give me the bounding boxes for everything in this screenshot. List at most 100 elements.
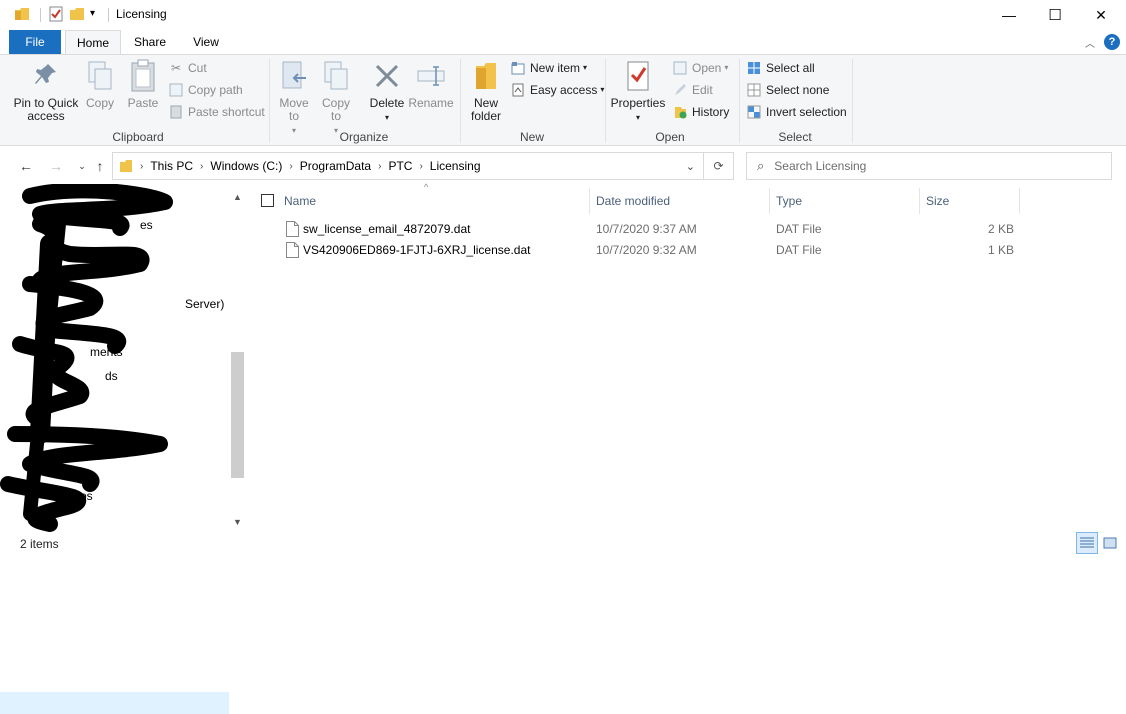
nav-item-fragment[interactable]: Server) bbox=[185, 297, 224, 311]
scroll-up-icon[interactable]: ▲ bbox=[229, 190, 246, 204]
paste-icon bbox=[127, 59, 159, 93]
history-label: History bbox=[692, 105, 730, 119]
nav-item-fragment[interactable]: os bbox=[80, 489, 93, 503]
open-button[interactable]: Open ▾ bbox=[672, 59, 728, 77]
rename-icon bbox=[415, 59, 447, 93]
new-folder-button[interactable]: New folder bbox=[466, 59, 506, 123]
address-row: ← → ⌄ ↑ › This PC › Windows (C:) › Progr… bbox=[0, 148, 1126, 184]
back-arrow-icon[interactable]: ← bbox=[16, 156, 36, 176]
minimize-button[interactable]: — bbox=[986, 0, 1032, 30]
new-folder-label: New folder bbox=[470, 96, 502, 123]
file-icon bbox=[286, 242, 299, 258]
tab-view[interactable]: View bbox=[182, 30, 230, 54]
breadcrumb-windows-c[interactable]: Windows (C:) bbox=[210, 159, 282, 173]
tab-home[interactable]: Home bbox=[65, 30, 121, 55]
pin-icon bbox=[30, 59, 62, 93]
scissors-icon: ✂ bbox=[170, 61, 182, 75]
chevron-right-icon: › bbox=[378, 160, 382, 172]
open-group-label: Open bbox=[655, 130, 685, 144]
copy-path-button[interactable]: Copy path bbox=[168, 81, 243, 99]
nav-item-fragment[interactable]: ments bbox=[90, 345, 123, 359]
folder-icon bbox=[14, 6, 30, 22]
column-header-name[interactable]: Name bbox=[284, 192, 316, 210]
help-icon[interactable]: ? bbox=[1104, 34, 1120, 50]
nav-item-fragment[interactable]: es bbox=[140, 218, 153, 232]
select-all-button[interactable]: Select all bbox=[746, 59, 815, 77]
file-name[interactable]: sw_license_email_4872079.dat bbox=[303, 219, 470, 240]
easy-access-button[interactable]: Easy access ▾ bbox=[510, 81, 604, 99]
copy-to-button[interactable]: Copy to ▾ bbox=[318, 59, 354, 137]
paste-shortcut-icon bbox=[168, 104, 184, 120]
divider bbox=[460, 59, 461, 143]
customize-quick-access-icon[interactable]: ▾ bbox=[90, 8, 106, 24]
column-header-type[interactable]: Type bbox=[776, 192, 802, 210]
column-header-date-modified[interactable]: Date modified bbox=[596, 192, 670, 210]
select-none-button[interactable]: Select none bbox=[746, 81, 829, 99]
column-divider[interactable] bbox=[1019, 188, 1020, 214]
nav-selected-item[interactable] bbox=[0, 692, 229, 714]
table-row[interactable]: sw_license_email_4872079.dat 10/7/2020 9… bbox=[278, 219, 1018, 240]
breadcrumb-this-pc[interactable]: This PC bbox=[150, 159, 193, 173]
breadcrumb-ptc[interactable]: PTC bbox=[388, 159, 412, 173]
up-arrow-icon[interactable]: ↑ bbox=[90, 156, 110, 176]
rename-label: Rename bbox=[408, 96, 454, 110]
column-divider[interactable] bbox=[919, 188, 920, 214]
properties-quick-icon[interactable] bbox=[48, 6, 64, 22]
search-icon: ⌕ bbox=[757, 158, 765, 173]
paste-shortcut-button[interactable]: Paste shortcut bbox=[168, 103, 265, 121]
select-all-checkbox[interactable] bbox=[261, 194, 274, 207]
nav-item-fragment[interactable]: ds bbox=[105, 369, 118, 383]
large-icons-view-icon[interactable] bbox=[1099, 532, 1121, 554]
new-folder-quick-icon[interactable] bbox=[69, 6, 85, 22]
column-divider[interactable] bbox=[769, 188, 770, 214]
properties-button[interactable]: Properties ▾ bbox=[610, 59, 666, 124]
tab-share[interactable]: Share bbox=[126, 30, 174, 54]
divider bbox=[605, 59, 606, 143]
new-group-label: New bbox=[519, 130, 544, 144]
copy-button[interactable]: Copy bbox=[84, 59, 116, 110]
nav-scrollbar-thumb[interactable] bbox=[231, 352, 244, 478]
move-to-button[interactable]: Move to ▾ bbox=[276, 59, 312, 137]
paste-shortcut-label: Paste shortcut bbox=[188, 105, 265, 119]
forward-arrow-icon[interactable]: → bbox=[46, 156, 66, 176]
cut-button[interactable]: ✂ Cut bbox=[168, 59, 207, 77]
recent-locations-chevron-icon[interactable]: ⌄ bbox=[72, 156, 92, 176]
scroll-down-icon[interactable]: ▼ bbox=[229, 515, 246, 529]
address-bar[interactable]: › This PC › Windows (C:) › ProgramData ›… bbox=[112, 152, 704, 180]
file-list[interactable]: ^ Name Date modified Type Size sw_licens… bbox=[252, 182, 1126, 534]
rename-button[interactable]: Rename bbox=[408, 59, 454, 110]
file-size: 1 KB bbox=[988, 243, 1015, 257]
divider bbox=[108, 8, 109, 22]
history-button[interactable]: History bbox=[672, 103, 729, 121]
refresh-icon[interactable]: ⟳ bbox=[704, 152, 734, 180]
breadcrumb-licensing[interactable]: Licensing bbox=[430, 159, 481, 173]
edit-button[interactable]: Edit bbox=[672, 81, 713, 99]
invert-selection-icon bbox=[746, 104, 762, 120]
column-divider[interactable] bbox=[589, 188, 590, 214]
paste-button[interactable]: Paste bbox=[124, 59, 162, 110]
clipboard-group-label: Clipboard bbox=[112, 130, 164, 144]
pin-to-quick-access-button[interactable]: Pin to Quick access bbox=[12, 59, 80, 123]
delete-button[interactable]: Delete ▾ bbox=[366, 59, 408, 124]
file-name[interactable]: VS420906ED869-1FJTJ-6XRJ_license.dat bbox=[303, 240, 530, 261]
easy-access-icon bbox=[510, 82, 526, 98]
chevron-down-icon[interactable]: ⌄ bbox=[686, 160, 695, 173]
search-input[interactable]: ⌕ Search Licensing bbox=[746, 152, 1112, 180]
select-all-icon bbox=[746, 60, 762, 76]
new-item-button[interactable]: New item ▾ bbox=[510, 59, 587, 77]
table-row[interactable]: VS420906ED869-1FJTJ-6XRJ_license.dat 10/… bbox=[278, 240, 1018, 261]
open-icon bbox=[672, 60, 688, 76]
close-button[interactable]: ✕ bbox=[1078, 0, 1124, 30]
divider bbox=[269, 59, 270, 143]
paste-label: Paste bbox=[127, 96, 159, 110]
details-view-icon[interactable] bbox=[1076, 532, 1098, 554]
maximize-button[interactable]: ☐ bbox=[1032, 0, 1078, 30]
copy-to-icon bbox=[320, 59, 352, 93]
navigation-pane[interactable]: es Server) ments ds os bbox=[0, 184, 246, 714]
tab-file[interactable]: File bbox=[9, 30, 61, 54]
invert-selection-button[interactable]: Invert selection bbox=[746, 103, 847, 121]
collapse-ribbon-icon[interactable]: ︿ bbox=[1085, 35, 1095, 50]
column-header-size[interactable]: Size bbox=[926, 192, 949, 210]
divider bbox=[40, 8, 41, 22]
breadcrumb-programdata[interactable]: ProgramData bbox=[300, 159, 371, 173]
